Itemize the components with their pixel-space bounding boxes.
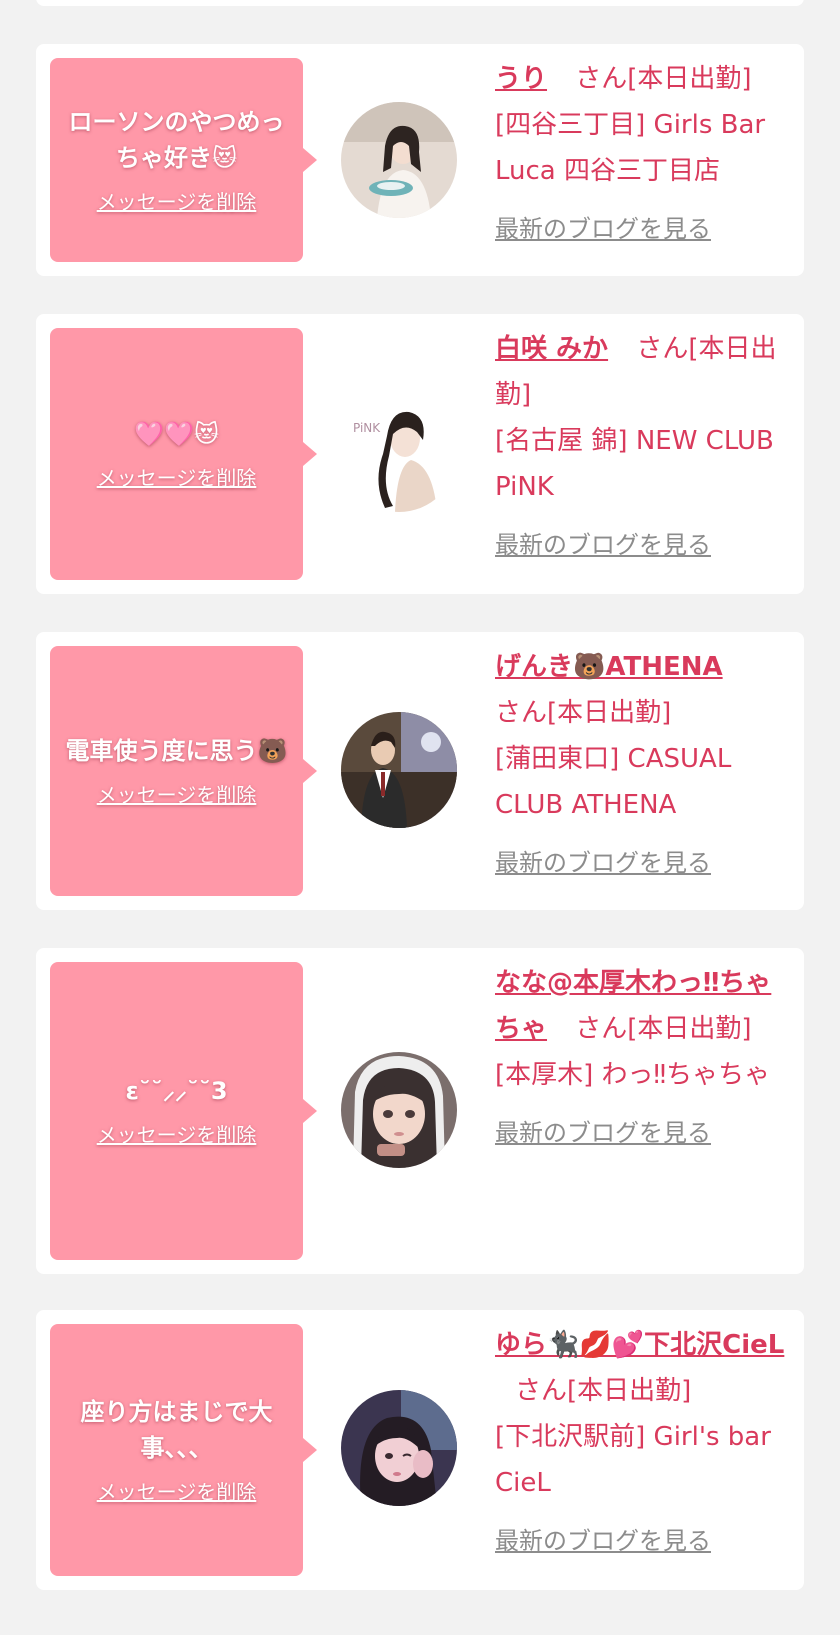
latest-blog-link[interactable]: 最新のブログを見る xyxy=(495,1110,711,1156)
shop-name: [蒲田東口] CASUAL CLUB ATHENA xyxy=(495,744,732,820)
message-card: 座り方はまじで大事、、、 メッセージを削除 ゆら🐈‍⬛💋💕下北沢CieL さん[… xyxy=(36,1310,804,1590)
cast-name-link[interactable]: うり xyxy=(495,64,547,94)
latest-blog-link[interactable]: 最新のブログを見る xyxy=(495,206,711,252)
attendance-status: さん[本日出勤] xyxy=(495,698,672,728)
shop-name: [下北沢駅前] Girl's bar CieL xyxy=(495,1422,771,1498)
delete-message-link[interactable]: メッセージを削除 xyxy=(97,188,257,216)
message-bubble: ローソンのやつめっちゃ好き😻 メッセージを削除 xyxy=(50,58,317,262)
cast-info: なな@本厚木わっ‼ちゃちゃ さん[本日出勤] [本厚木] わっ‼ちゃちゃ 最新の… xyxy=(495,960,795,1156)
message-card: ローソンのやつめっちゃ好き😻 メッセージを削除 うり さん[本日出勤] [四谷三… xyxy=(36,44,804,276)
message-bubble: 座り方はまじで大事、、、 メッセージを削除 xyxy=(50,1324,317,1576)
latest-blog-link[interactable]: 最新のブログを見る xyxy=(495,1518,711,1564)
delete-message-link[interactable]: メッセージを削除 xyxy=(97,781,257,809)
message-text: ε˘˘⸝⸝˘˘3 xyxy=(125,1077,228,1105)
avatar[interactable] xyxy=(341,1390,457,1506)
latest-blog-link[interactable]: 最新のブログを見る xyxy=(495,522,711,568)
delete-message-link[interactable]: メッセージを削除 xyxy=(97,464,257,492)
attendance-status: さん[本日出勤] xyxy=(575,64,752,94)
cast-name-link[interactable]: げんき🐻ATHENA xyxy=(495,652,723,682)
delete-message-link[interactable]: メッセージを削除 xyxy=(97,1478,257,1506)
cast-info: 白咲 みか さん[本日出勤] [名古屋 錦] NEW CLUB PiNK 最新の… xyxy=(495,326,795,568)
avatar[interactable] xyxy=(341,1052,457,1168)
cast-name-link[interactable]: 白咲 みか xyxy=(495,334,608,364)
shop-name: [本厚木] わっ‼ちゃちゃ xyxy=(495,1060,771,1090)
cast-name-link[interactable]: ゆら🐈‍⬛💋💕下北沢CieL xyxy=(495,1330,784,1360)
message-feed: ローソンのやつめっちゃ好き😻 メッセージを削除 うり さん[本日出勤] [四谷三… xyxy=(0,0,840,1635)
message-card: 電車使う度に思う🐻 メッセージを削除 げんき🐻ATHENA さん[本日出勤] [… xyxy=(36,632,804,910)
message-bubble: 電車使う度に思う🐻 メッセージを削除 xyxy=(50,646,317,896)
avatar[interactable] xyxy=(341,102,457,218)
shop-name: [名古屋 錦] NEW CLUB PiNK xyxy=(495,426,774,502)
cast-info: うり さん[本日出勤] [四谷三丁目] Girls Bar Luca 四谷三丁目… xyxy=(495,56,795,252)
message-text: 電車使う度に思う🐻 xyxy=(65,737,288,765)
avatar[interactable]: PiNK xyxy=(341,396,457,512)
message-bubble: 🩷🩷😻 メッセージを削除 xyxy=(50,328,317,580)
message-text: 🩷🩷😻 xyxy=(134,420,219,448)
message-card: ε˘˘⸝⸝˘˘3 メッセージを削除 なな@本厚木わっ‼ちゃちゃ さん[本日出勤]… xyxy=(36,948,804,1274)
message-text: 座り方はまじで大事、、、 xyxy=(80,1398,273,1462)
svg-text:PiNK: PiNK xyxy=(353,421,381,435)
cast-info: げんき🐻ATHENA さん[本日出勤] [蒲田東口] CASUAL CLUB A… xyxy=(495,644,795,886)
cast-info: ゆら🐈‍⬛💋💕下北沢CieL さん[本日出勤] [下北沢駅前] Girl's b… xyxy=(495,1322,795,1564)
message-text: ローソンのやつめっちゃ好き😻 xyxy=(68,108,285,172)
latest-blog-link[interactable]: 最新のブログを見る xyxy=(495,840,711,886)
message-bubble: ε˘˘⸝⸝˘˘3 メッセージを削除 xyxy=(50,962,317,1260)
avatar[interactable] xyxy=(341,712,457,828)
attendance-status: さん[本日出勤] xyxy=(515,1376,692,1406)
message-card: 🩷🩷😻 メッセージを削除 PiNK 白咲 みか さん[本日出勤] [名古屋 錦]… xyxy=(36,314,804,594)
shop-name: [四谷三丁目] Girls Bar Luca 四谷三丁目店 xyxy=(495,110,766,186)
delete-message-link[interactable]: メッセージを削除 xyxy=(97,1121,257,1149)
attendance-status: さん[本日出勤] xyxy=(575,1014,752,1044)
